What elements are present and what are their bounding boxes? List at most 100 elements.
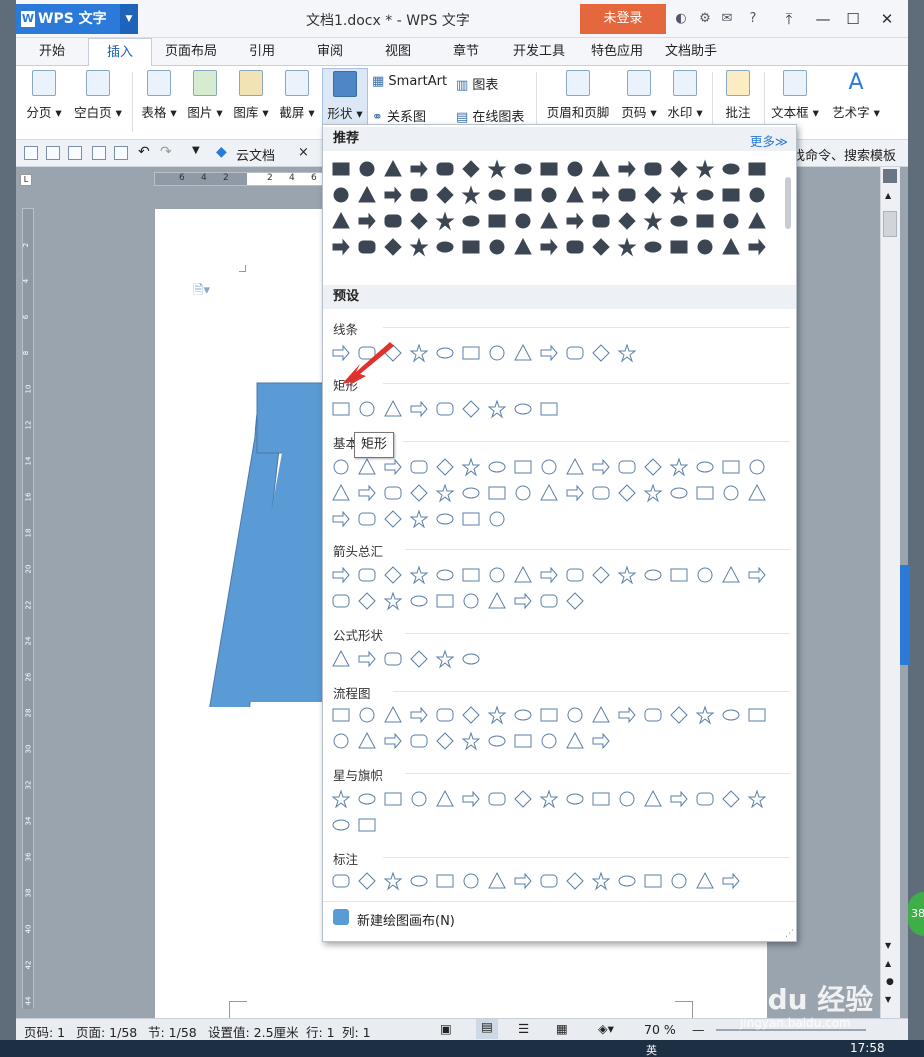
recommended-shape-icon[interactable]: [461, 237, 481, 257]
star-shape-icon[interactable]: [435, 789, 455, 809]
recommended-shape-icon[interactable]: [331, 159, 351, 179]
recommended-shape-icon[interactable]: [669, 185, 689, 205]
recommended-shape-icon[interactable]: [513, 211, 533, 231]
recommended-shape-icon[interactable]: [591, 211, 611, 231]
callout-shape-icon[interactable]: [409, 871, 429, 891]
recommended-shape-icon[interactable]: [409, 159, 429, 179]
recommended-shape-icon[interactable]: [409, 237, 429, 257]
basic-shape-icon[interactable]: [747, 483, 767, 503]
watermark-button[interactable]: 水印 ▾: [664, 70, 706, 121]
equation-shape-icon[interactable]: [331, 649, 351, 669]
star-shape-icon[interactable]: [643, 789, 663, 809]
basic-shape-icon[interactable]: [721, 483, 741, 503]
equation-shape-icon[interactable]: [409, 649, 429, 669]
recommended-shape-icon[interactable]: [539, 237, 559, 257]
basic-shape-icon[interactable]: [565, 457, 585, 477]
flowchart-shape-icon[interactable]: [331, 731, 351, 751]
star-shape-icon[interactable]: [747, 789, 767, 809]
basic-shape-icon[interactable]: [383, 457, 403, 477]
basic-shape-icon[interactable]: [383, 483, 403, 503]
basic-shape-icon[interactable]: [539, 483, 559, 503]
cloud-doc-tab[interactable]: 云文档: [236, 145, 275, 164]
star-shape-icon[interactable]: [487, 789, 507, 809]
recommended-shape-icon[interactable]: [695, 237, 715, 257]
flowchart-shape-icon[interactable]: [669, 705, 689, 725]
recommended-shape-icon[interactable]: [591, 237, 611, 257]
prev-page-icon[interactable]: ▲: [885, 959, 891, 968]
arrow-shape-icon[interactable]: [487, 565, 507, 585]
flowchart-shape-icon[interactable]: [435, 731, 455, 751]
recommended-shape-icon[interactable]: [617, 185, 637, 205]
tab-view[interactable]: 视图: [370, 38, 426, 66]
scroll-down-icon[interactable]: ▼: [885, 941, 891, 950]
next-page-icon[interactable]: ▼: [885, 995, 891, 1004]
star-shape-icon[interactable]: [409, 789, 429, 809]
wps-logo-button[interactable]: W WPS 文字 ▼: [16, 4, 138, 34]
recommended-shape-icon[interactable]: [409, 185, 429, 205]
callout-shape-icon[interactable]: [669, 871, 689, 891]
tab-review[interactable]: 审阅: [302, 38, 358, 66]
arrow-shape-icon[interactable]: [539, 591, 559, 611]
recommended-shape-icon[interactable]: [721, 185, 741, 205]
vertical-ruler[interactable]: 2 4 6 8 10 12 14 16 18 20 22 24 26 28 30 32 34 36 38 40 42 44: [22, 208, 34, 1009]
equation-shape-icon[interactable]: [383, 649, 403, 669]
tab-home[interactable]: 开始: [24, 38, 80, 66]
star-shape-icon[interactable]: [331, 789, 351, 809]
vertical-scrollbar[interactable]: ▲ ▼ ▲ ● ▼: [880, 167, 900, 1018]
recommended-shape-icon[interactable]: [539, 185, 559, 205]
page-break-button[interactable]: 分页 ▾: [22, 70, 66, 121]
flowchart-shape-icon[interactable]: [695, 705, 715, 725]
equation-shape-icon[interactable]: [435, 649, 455, 669]
eye-protection-icon[interactable]: ◈▾: [598, 1021, 614, 1036]
recommended-shape-icon[interactable]: [383, 211, 403, 231]
rectangle-shape-icon[interactable]: [409, 399, 429, 419]
tab-special[interactable]: 特色应用: [582, 38, 652, 66]
browse-object-icon[interactable]: ●: [886, 977, 894, 987]
recommended-shape-icon[interactable]: [435, 211, 455, 231]
header-footer-button[interactable]: 页眉和页脚: [542, 70, 614, 121]
tab-insert[interactable]: 插入: [88, 38, 152, 67]
blank-page-button[interactable]: 空白页 ▾: [70, 70, 126, 121]
callout-shape-icon[interactable]: [643, 871, 663, 891]
maximize-button[interactable]: ☐: [842, 8, 864, 30]
basic-shape-icon[interactable]: [435, 483, 455, 503]
arrow-shape-icon[interactable]: [383, 591, 403, 611]
line-shape-icon[interactable]: [513, 343, 533, 363]
arrow-shape-icon[interactable]: [539, 565, 559, 585]
recommended-shape-icon[interactable]: [669, 211, 689, 231]
basic-shape-icon[interactable]: [331, 457, 351, 477]
recommended-shape-icon[interactable]: [565, 237, 585, 257]
web-view-icon[interactable]: ▦: [556, 1021, 568, 1036]
recommended-shape-icon[interactable]: [539, 211, 559, 231]
star-shape-icon[interactable]: [539, 789, 559, 809]
print-preview-icon[interactable]: [114, 146, 128, 160]
flowchart-shape-icon[interactable]: [565, 705, 585, 725]
recommended-shape-icon[interactable]: [383, 237, 403, 257]
arrow-shape-icon[interactable]: [409, 565, 429, 585]
star-shape-icon[interactable]: [383, 789, 403, 809]
recommended-shape-icon[interactable]: [721, 237, 741, 257]
recommended-shape-icon[interactable]: [695, 185, 715, 205]
command-search[interactable]: 找命令、搜索模板: [792, 145, 896, 164]
recommended-shape-icon[interactable]: [721, 159, 741, 179]
recommended-shape-icon[interactable]: [435, 237, 455, 257]
line-shape-icon[interactable]: [591, 343, 611, 363]
rectangle-shape-icon[interactable]: [487, 399, 507, 419]
flowchart-shape-icon[interactable]: [383, 705, 403, 725]
basic-shape-icon[interactable]: [461, 457, 481, 477]
arrow-shape-icon[interactable]: [669, 565, 689, 585]
callout-shape-icon[interactable]: [539, 871, 559, 891]
basic-shape-icon[interactable]: [487, 509, 507, 529]
arrow-shape-icon[interactable]: [721, 565, 741, 585]
rectangle-shape-icon[interactable]: [539, 399, 559, 419]
flowchart-shape-icon[interactable]: [357, 705, 377, 725]
recommended-shape-icon[interactable]: [643, 237, 663, 257]
skin-icon[interactable]: ◐: [672, 10, 690, 28]
recommended-shape-icon[interactable]: [747, 159, 767, 179]
arrow-shape-icon[interactable]: [565, 565, 585, 585]
recommended-shape-icon[interactable]: [331, 211, 351, 231]
textbox-button[interactable]: 文本框 ▾: [768, 70, 822, 121]
arrow-shape-icon[interactable]: [487, 591, 507, 611]
recommended-shape-icon[interactable]: [643, 185, 663, 205]
basic-shape-icon[interactable]: [409, 483, 429, 503]
